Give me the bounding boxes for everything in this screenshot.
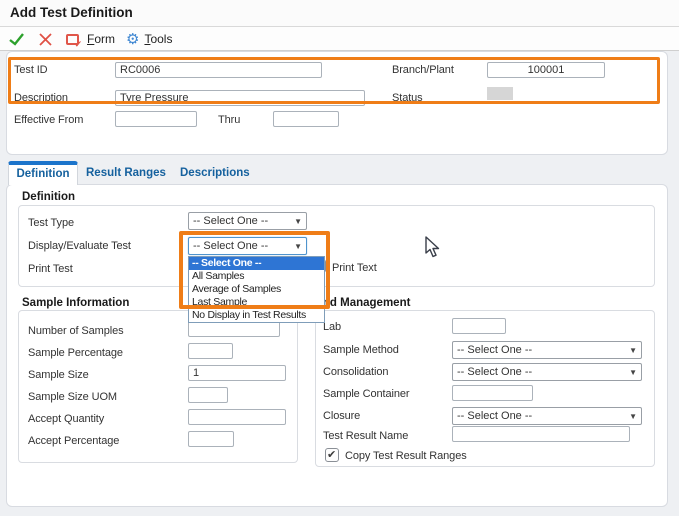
- test-id-field[interactable]: [115, 62, 322, 78]
- dropdown-option-no-display[interactable]: No Display in Test Results: [189, 309, 324, 322]
- gear-icon: ⚙: [126, 32, 139, 47]
- display-evaluate-test-select[interactable]: -- Select One -- ▼: [188, 237, 307, 255]
- display-evaluate-dropdown-list: -- Select One -- All Samples Average of …: [188, 256, 325, 323]
- accept-quantity-field[interactable]: [188, 409, 286, 425]
- description-field[interactable]: [115, 90, 365, 106]
- effective-from-label: Effective From: [14, 114, 83, 126]
- sample-information-group-title: Sample Information: [22, 297, 129, 309]
- dropdown-option-select-one[interactable]: -- Select One --: [189, 257, 324, 270]
- definition-group-title: Definition: [22, 191, 75, 203]
- description-label: Description: [14, 92, 68, 104]
- dropdown-option-last-sample[interactable]: Last Sample: [189, 296, 324, 309]
- sample-method-select[interactable]: -- Select One -- ▼: [452, 341, 642, 359]
- sample-container-field[interactable]: [452, 385, 533, 401]
- test-type-label: Test Type: [28, 217, 74, 229]
- status-label: Status: [392, 92, 423, 104]
- add-test-definition-window: Add Test Definition Form ⚙ Tools Test ID…: [0, 0, 679, 516]
- chevron-down-icon: ▼: [288, 242, 302, 251]
- page-title: Add Test Definition: [10, 5, 133, 20]
- sample-size-field[interactable]: [188, 365, 286, 381]
- sample-size-uom-field[interactable]: [188, 387, 228, 403]
- form-menu[interactable]: Form: [66, 30, 115, 48]
- x-icon: [38, 32, 53, 47]
- branch-plant-label: Branch/Plant: [392, 64, 454, 76]
- tab-definition[interactable]: Definition: [8, 161, 78, 185]
- sample-size-label: Sample Size: [28, 369, 89, 381]
- dropdown-option-average-of-samples[interactable]: Average of Samples: [189, 283, 324, 296]
- copy-test-result-ranges-label: Copy Test Result Ranges: [345, 450, 467, 462]
- cancel-button[interactable]: [38, 30, 53, 48]
- test-type-select[interactable]: -- Select One -- ▼: [188, 212, 307, 230]
- number-of-samples-label: Number of Samples: [28, 325, 124, 337]
- chevron-down-icon: ▼: [623, 346, 637, 355]
- effective-from-field[interactable]: [115, 111, 197, 127]
- chevron-down-icon: ▼: [623, 412, 637, 421]
- tools-menu-label: Tools: [144, 32, 172, 46]
- print-text-label: Print Text: [332, 262, 377, 274]
- toolbar: Form ⚙ Tools: [0, 27, 679, 51]
- sample-percentage-label: Sample Percentage: [28, 347, 123, 359]
- sample-percentage-field[interactable]: [188, 343, 233, 359]
- number-of-samples-field[interactable]: [188, 321, 280, 337]
- tab-descriptions[interactable]: Descriptions: [180, 167, 250, 179]
- chevron-down-icon: ▼: [288, 217, 302, 226]
- check-icon: [8, 31, 25, 47]
- lab-label: Lab: [323, 321, 341, 333]
- test-result-name-label: Test Result Name: [323, 430, 408, 442]
- accept-percentage-label: Accept Percentage: [28, 435, 119, 447]
- consolidation-label: Consolidation: [323, 366, 388, 378]
- consolidation-select[interactable]: -- Select One -- ▼: [452, 363, 642, 381]
- form-exit-icon: [66, 34, 79, 45]
- title-bar: Add Test Definition: [0, 0, 679, 27]
- tools-menu[interactable]: ⚙ Tools: [126, 30, 172, 48]
- test-id-label: Test ID: [14, 64, 48, 76]
- ok-button[interactable]: [8, 30, 25, 48]
- chevron-down-icon: ▼: [623, 368, 637, 377]
- status-value-box: [487, 87, 513, 100]
- thru-label: Thru: [218, 114, 240, 126]
- sample-size-uom-label: Sample Size UOM: [28, 391, 117, 403]
- tab-result-ranges[interactable]: Result Ranges: [86, 167, 166, 179]
- test-result-name-field[interactable]: [452, 426, 630, 442]
- accept-quantity-label: Accept Quantity: [28, 413, 104, 425]
- sample-method-label: Sample Method: [323, 344, 399, 356]
- dropdown-option-all-samples[interactable]: All Samples: [189, 270, 324, 283]
- closure-label: Closure: [323, 410, 360, 422]
- lab-field[interactable]: [452, 318, 506, 334]
- print-test-label: Print Test: [28, 263, 73, 275]
- sample-container-label: Sample Container: [323, 388, 409, 400]
- closure-select[interactable]: -- Select One -- ▼: [452, 407, 642, 425]
- form-menu-label: Form: [87, 32, 115, 46]
- display-evaluate-test-label: Display/Evaluate Test: [28, 240, 131, 252]
- thru-field[interactable]: [273, 111, 339, 127]
- copy-test-result-ranges-checkbox[interactable]: [325, 448, 339, 462]
- branch-plant-field[interactable]: [487, 62, 605, 78]
- accept-percentage-field[interactable]: [188, 431, 234, 447]
